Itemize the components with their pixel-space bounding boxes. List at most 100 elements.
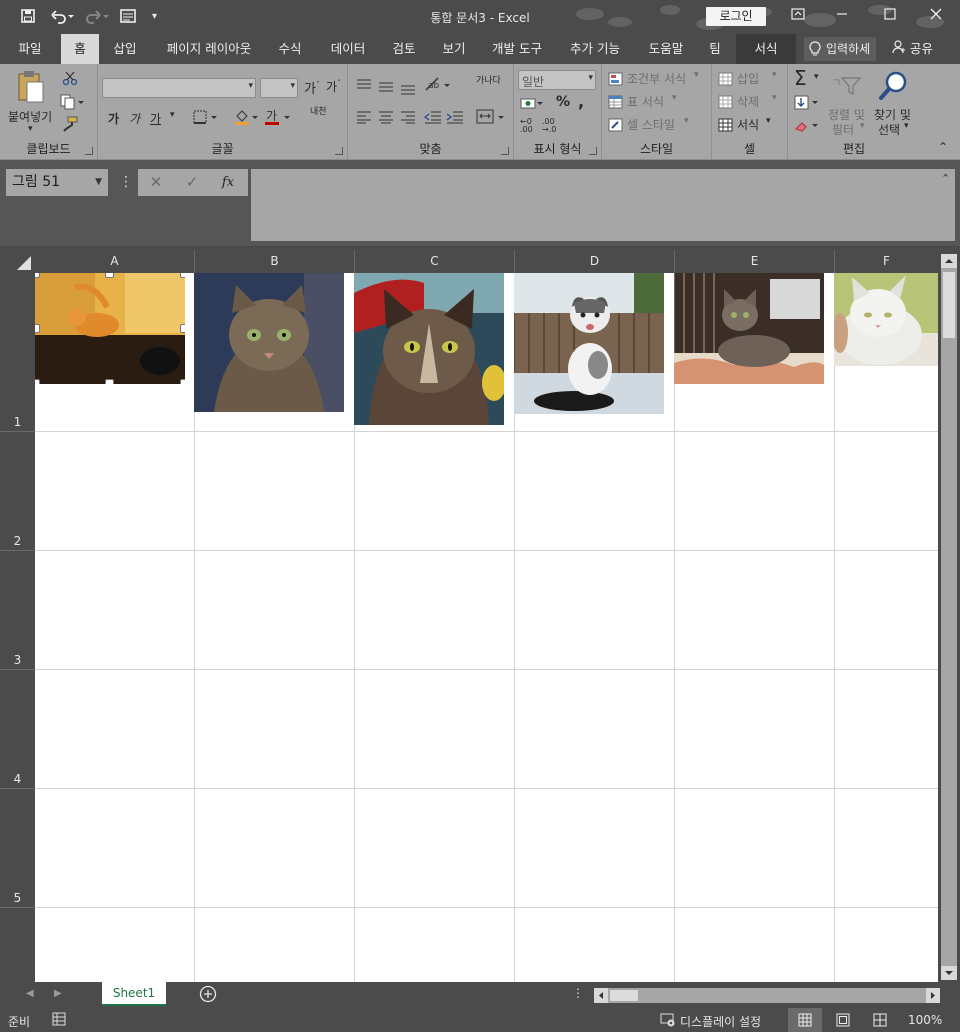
cat-picture-orange-kitten[interactable] [35,273,185,384]
tab-splitter-icon[interactable]: ⋮ [572,986,584,1000]
scroll-thumb[interactable] [943,272,955,338]
font-color-icon[interactable]: 가 [264,108,294,129]
row-header-3[interactable]: 3 [0,551,35,670]
orientation-icon[interactable]: ab [424,76,454,97]
paste-dropdown-icon[interactable]: ▾ [28,124,33,134]
autosum-dropdown-icon[interactable]: ▾ [814,72,819,82]
zoom-level[interactable]: 100% [908,1013,942,1027]
resize-handle[interactable] [35,273,40,278]
formula-input[interactable] [251,169,955,241]
sheet-tab-sheet1[interactable]: Sheet1 [102,982,166,1006]
column-header-c[interactable]: C [355,250,515,273]
format-table-button[interactable]: 표 서식 [627,93,664,110]
page-break-view-icon[interactable] [873,1013,887,1030]
resize-handle[interactable] [180,324,185,333]
resize-handle[interactable] [180,379,185,384]
tab-team[interactable]: 팀 [700,34,730,64]
sort-filter-dropdown-icon[interactable]: ▾ [860,121,865,131]
phonetic-button[interactable]: 내천 [310,108,327,117]
tab-format[interactable]: 서식 [736,34,796,64]
name-box[interactable]: 그림 51 ▼ [6,169,108,196]
number-launcher-icon[interactable] [589,147,597,155]
display-settings-button[interactable]: 디스플레이 설정 [680,1013,761,1030]
align-left-icon[interactable] [356,110,372,127]
format-painter-icon[interactable] [62,116,78,135]
font-launcher-icon[interactable] [335,147,343,155]
resize-handle[interactable] [180,273,185,278]
borders-icon[interactable] [193,110,221,127]
column-header-d[interactable]: D [515,250,675,273]
scroll-left-button[interactable] [594,988,608,1003]
decrease-indent-icon[interactable] [423,110,442,127]
prev-sheet-icon[interactable]: ◀ [26,988,34,999]
decrease-decimal-icon[interactable]: .00 →.0 [542,118,556,134]
horizontal-scroll-thumb[interactable] [610,990,638,1001]
scroll-track[interactable] [941,268,957,966]
more-options-icon[interactable]: ⋮ [119,174,133,190]
alignment-launcher-icon[interactable] [501,147,509,155]
tell-me-box[interactable]: 입력하세 [804,37,876,61]
fill-icon[interactable] [794,95,820,114]
cat-picture-tortoiseshell[interactable] [354,273,504,425]
tab-data[interactable]: 데이터 [322,34,374,64]
resize-handle[interactable] [35,379,40,384]
format-dropdown-icon[interactable]: ▾ [766,116,771,126]
save-icon[interactable] [20,8,36,26]
cut-icon[interactable] [62,70,78,89]
clipboard-launcher-icon[interactable] [85,147,93,155]
font-size-input[interactable]: ▾ [260,78,298,98]
increase-indent-icon[interactable] [446,110,464,127]
cancel-icon[interactable]: ✕ [142,169,170,196]
new-sheet-icon[interactable] [199,985,217,1006]
tab-home[interactable]: 홈 [61,34,99,64]
next-sheet-icon[interactable]: ▶ [54,988,62,999]
increase-font-icon[interactable]: 가ˆ [304,78,320,97]
column-header-b[interactable]: B [195,250,355,273]
collapse-ribbon-icon[interactable]: ⌃ [938,140,948,154]
tab-formulas[interactable]: 수식 [270,34,310,64]
macro-record-icon[interactable] [52,1012,66,1029]
conditional-format-button[interactable]: 조건부 서식 [627,70,686,87]
tab-add-ins[interactable]: 추가 기능 [562,34,628,64]
maximize-icon[interactable] [876,5,904,27]
share-button[interactable]: 공유 [892,34,933,64]
row-header-2[interactable]: 2 [0,432,35,551]
cat-picture-tabby[interactable] [194,273,344,412]
tab-help[interactable]: 도움말 [640,34,692,64]
italic-button[interactable]: 가 [129,110,140,127]
number-format-select[interactable]: 일반 ▾ [518,70,596,90]
resize-handle[interactable] [105,273,114,278]
resize-handle[interactable] [105,379,114,384]
cat-picture-kitten-in-crate[interactable] [674,273,824,384]
find-select-dropdown-icon[interactable]: ▾ [904,121,909,131]
font-name-input[interactable]: ▾ [102,78,256,98]
tab-view[interactable]: 보기 [434,34,474,64]
format-cells-button[interactable]: 서식 [737,116,759,133]
page-layout-view-icon[interactable] [836,1013,850,1030]
autosum-icon[interactable]: Σ [794,66,807,90]
tab-page-layout[interactable]: 페이지 레이아웃 [160,34,258,64]
merge-center-icon[interactable] [476,108,508,129]
tab-file[interactable]: 파일 [8,34,52,64]
row-header-5[interactable]: 5 [0,789,35,908]
select-all-button[interactable] [0,250,35,273]
conditional-format-dropdown-icon[interactable]: ▾ [694,70,699,80]
scroll-down-button[interactable] [941,966,957,980]
align-top-icon[interactable] [356,78,372,95]
column-header-a[interactable]: A [35,250,195,273]
cat-picture-white-gray-kitten[interactable] [514,273,664,414]
insert-dropdown-icon[interactable]: ▾ [772,70,777,80]
paste-button[interactable]: 붙여넣기 ▾ [6,70,54,134]
horizontal-scrollbar[interactable] [594,988,940,1003]
copy-icon[interactable] [60,94,84,113]
form-icon[interactable] [120,8,138,26]
cat-picture-white-cat[interactable] [834,273,938,366]
align-middle-icon[interactable] [378,80,394,97]
cell-styles-dropdown-icon[interactable]: ▾ [684,116,689,126]
vertical-scrollbar[interactable] [938,246,960,982]
tab-review[interactable]: 검토 [384,34,424,64]
align-bottom-icon[interactable] [400,82,416,99]
ribbon-display-options-icon[interactable] [784,5,812,27]
column-header-e[interactable]: E [675,250,835,273]
delete-dropdown-icon[interactable]: ▾ [772,93,777,103]
